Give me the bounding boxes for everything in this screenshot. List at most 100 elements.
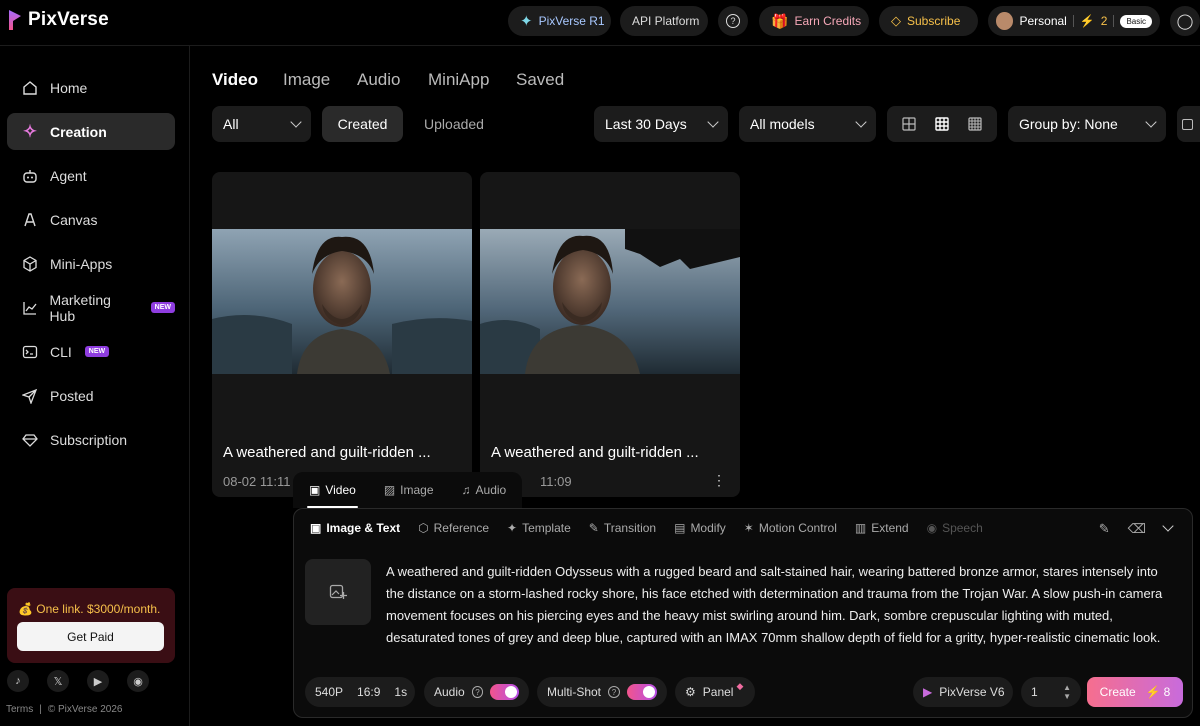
language-button[interactable]: ◯: [1170, 6, 1200, 36]
mode-template[interactable]: ✦ Template: [507, 521, 571, 535]
cube-icon: [21, 255, 39, 273]
tab-video[interactable]: Video: [212, 70, 258, 90]
card-timestamp: 11:09: [540, 474, 572, 489]
template-icon: ✦: [507, 521, 518, 535]
panel-button[interactable]: ⚙ Panel ◆: [675, 677, 755, 707]
more-options-icon[interactable]: ⋮: [712, 472, 726, 489]
edit-prompt-icon[interactable]: ✎: [1099, 521, 1110, 537]
mode-modify[interactable]: ▤ Modify: [674, 521, 726, 535]
panel-tab-video[interactable]: ▣ Video: [297, 472, 368, 508]
uploaded-filter[interactable]: Uploaded: [414, 106, 494, 142]
clear-icon[interactable]: ⌫: [1128, 521, 1146, 537]
collapse-icon[interactable]: [1162, 520, 1174, 532]
model-select[interactable]: ▶ PixVerse V6: [913, 677, 1013, 707]
get-paid-button[interactable]: Get Paid: [17, 622, 164, 651]
mode-transition[interactable]: ✎ Transition: [589, 521, 656, 535]
card-title: A weathered and guilt-ridden ...: [223, 444, 431, 461]
panel-tools: ✎ ⌫: [1099, 520, 1174, 537]
new-badge: NEW: [84, 346, 110, 357]
sidebar: Home ✧ Creation Agent Canvas Mini-Apps M…: [0, 46, 190, 726]
discord-icon[interactable]: ◉: [127, 670, 149, 692]
count-stepper[interactable]: 1 ▲ ▼: [1021, 677, 1081, 707]
generation-settings: 540P 16:9 1s Audio ? Multi-Shot ? ⚙ Pane…: [305, 677, 1183, 707]
panel-tab-image[interactable]: ▨ Image: [372, 472, 446, 508]
output-settings-button[interactable]: 540P 16:9 1s: [305, 677, 415, 707]
created-filter[interactable]: Created: [322, 106, 403, 142]
sidebar-item-home[interactable]: Home: [7, 69, 175, 106]
api-platform-button[interactable]: API Platform: [620, 6, 708, 36]
models-select[interactable]: All models: [739, 106, 876, 142]
gift-icon: 🎁: [771, 12, 789, 29]
earn-credits-button[interactable]: 🎁 Earn Credits: [759, 6, 869, 36]
speech-icon: ◉: [926, 521, 938, 535]
sidebar-item-marketing-hub[interactable]: Marketing Hub NEW: [7, 289, 175, 326]
tab-miniapp[interactable]: MiniApp: [428, 70, 489, 90]
mode-extend[interactable]: ▥ Extend: [855, 521, 909, 535]
chevron-down-icon: [707, 116, 719, 128]
sidebar-item-cli[interactable]: CLI NEW: [7, 333, 175, 370]
brand-logo[interactable]: PixVerse: [8, 9, 109, 31]
help-icon[interactable]: ?: [471, 686, 484, 698]
pixverse-logo-icon: ▶: [923, 685, 933, 699]
new-badge: NEW: [150, 302, 175, 313]
chevron-down-icon: [290, 116, 302, 128]
create-cost: 8: [1163, 685, 1171, 699]
audio-toggle[interactable]: [490, 684, 519, 700]
diamond-icon: ◇: [891, 13, 901, 28]
sidebar-item-creation[interactable]: ✧ Creation: [7, 113, 175, 150]
plan-badge: Basic: [1120, 14, 1152, 28]
audio-toggle-chip: Audio ?: [424, 677, 529, 707]
mode-speech[interactable]: ◉ Speech: [927, 521, 983, 535]
video-card[interactable]: A weathered and guilt-ridden ... 11:09 ⋮: [480, 172, 740, 497]
subscribe-button[interactable]: ◇ Subscribe: [879, 6, 978, 36]
tab-image[interactable]: Image: [283, 70, 330, 90]
type-select[interactable]: All: [212, 106, 311, 142]
help-button[interactable]: ?: [718, 6, 748, 36]
sidebar-item-agent[interactable]: Agent: [7, 157, 175, 194]
chart-icon: [21, 299, 38, 317]
account-menu[interactable]: Personal ⚡ 2 Basic: [988, 6, 1160, 36]
help-icon[interactable]: ?: [608, 686, 621, 698]
multishot-toggle[interactable]: [627, 684, 657, 700]
grid-medium-icon[interactable]: [935, 117, 949, 131]
help-icon: ?: [726, 14, 740, 28]
group-by-select[interactable]: Group by: None: [1008, 106, 1166, 142]
mode-motion-control[interactable]: ✶ Motion Control: [744, 521, 837, 535]
date-range-select[interactable]: Last 30 Days: [594, 106, 728, 142]
bolt-icon: ⚡: [1145, 685, 1161, 699]
mode-reference[interactable]: ⬡ Reference: [418, 521, 489, 535]
sidebar-item-mini-apps[interactable]: Mini-Apps: [7, 245, 175, 282]
diamond-icon: ◆: [736, 680, 744, 691]
chevron-down-icon: [1145, 116, 1157, 128]
tab-audio[interactable]: Audio: [357, 70, 400, 90]
thumbnail-image: [480, 229, 740, 374]
sidebar-item-canvas[interactable]: Canvas: [7, 201, 175, 238]
sidebar-item-posted[interactable]: Posted: [7, 377, 175, 414]
diamond-icon: [21, 431, 39, 449]
terms-link[interactable]: Terms: [6, 704, 33, 715]
prompt-input[interactable]: A weathered and guilt-ridden Odysseus wi…: [386, 561, 1176, 649]
avatar: [996, 12, 1014, 30]
transition-icon: ✎: [588, 521, 599, 535]
credits-count: 2: [1100, 14, 1108, 28]
social-links: ♪ 𝕏 ▶ ◉: [7, 670, 149, 692]
globe-icon: ◯: [1176, 13, 1194, 30]
motion-icon: ✶: [743, 521, 754, 535]
x-icon[interactable]: 𝕏: [47, 670, 69, 692]
pixverse-r1-button[interactable]: ✦ PixVerse R1: [508, 6, 611, 36]
grid-large-icon[interactable]: [902, 117, 916, 131]
tab-saved[interactable]: Saved: [516, 70, 564, 90]
video-thumbnail: [480, 229, 740, 374]
select-mode-button[interactable]: [1177, 106, 1200, 142]
panel-tab-audio[interactable]: ♫ Audio: [450, 472, 519, 508]
youtube-icon[interactable]: ▶: [87, 670, 109, 692]
extend-icon: ▥: [854, 521, 867, 535]
sidebar-item-subscription[interactable]: Subscription: [7, 421, 175, 458]
image-upload-box[interactable]: [305, 559, 371, 625]
grid-small-icon[interactable]: [968, 117, 982, 131]
video-card[interactable]: A weathered and guilt-ridden ... 08-02 1…: [212, 172, 472, 497]
sparkle-icon: ✦: [520, 13, 533, 30]
create-button[interactable]: Create ⚡ 8: [1087, 677, 1183, 707]
mode-image-text[interactable]: ▣ Image & Text: [310, 521, 400, 535]
tiktok-icon[interactable]: ♪: [7, 670, 29, 692]
